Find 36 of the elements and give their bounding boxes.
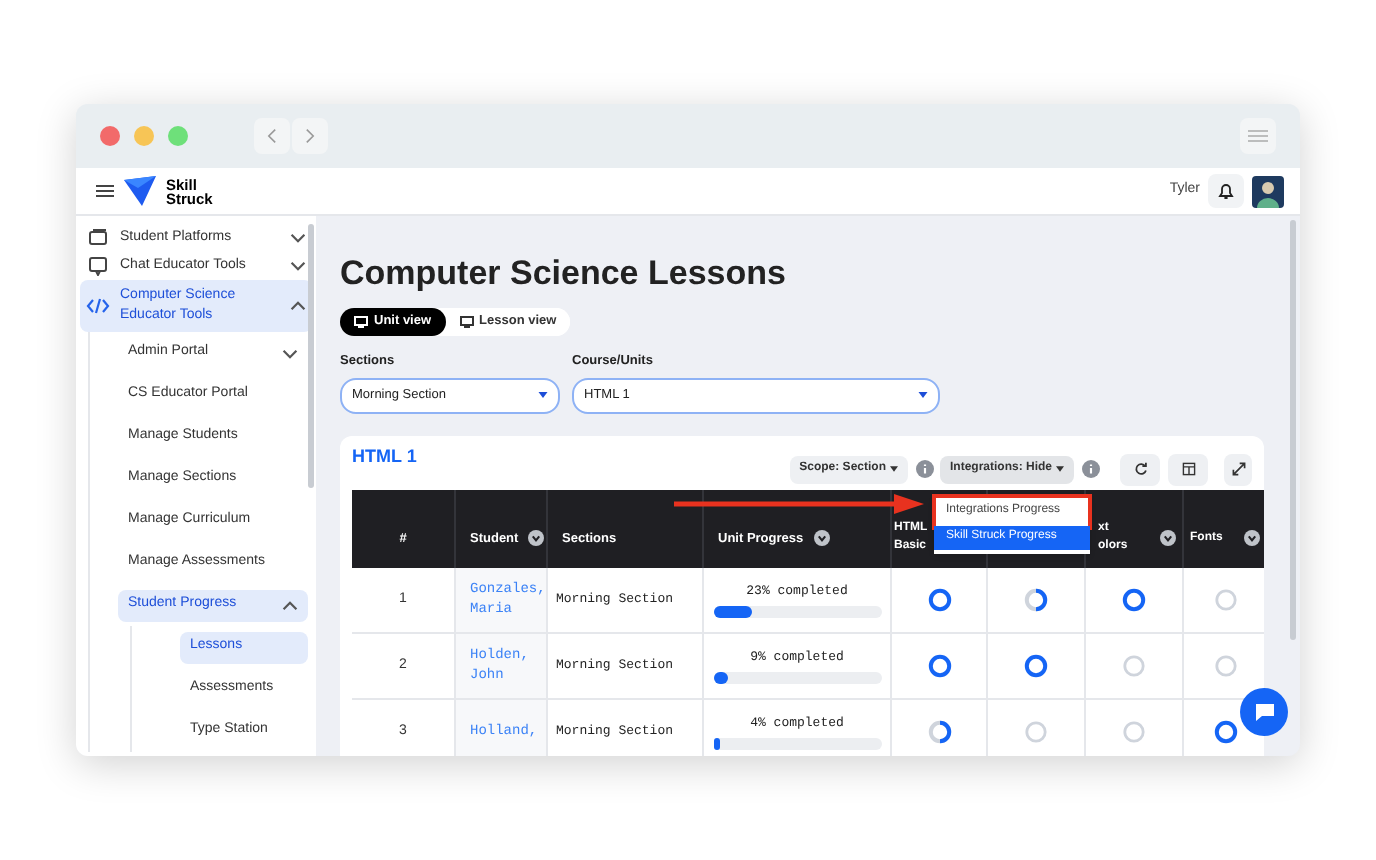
chevron-left-icon [266,128,278,144]
sort-icon[interactable] [528,530,545,547]
caret-icon [918,392,928,399]
chat-button[interactable] [1240,688,1288,736]
menu-icon[interactable] [96,184,114,198]
caret-icon [889,466,898,473]
chevron-down-icon [282,345,298,361]
avatar-icon[interactable] [1252,175,1284,207]
caret-icon [538,392,548,399]
monitor-icon [459,316,474,328]
chevron-up-icon [282,597,298,613]
table-icon [1181,462,1195,477]
code-icon [86,296,110,316]
chevron-up-icon [290,298,306,314]
info-icon[interactable] [1082,460,1100,479]
refresh-icon [1133,462,1147,477]
monitor-icon [354,316,368,328]
chevron-right-icon [304,128,316,144]
expand-button[interactable] [1224,453,1252,486]
expand-icon [1231,462,1245,477]
chat-bubble-icon [1253,702,1275,722]
window-icon [88,228,108,248]
sort-icon[interactable] [1244,530,1260,547]
sliders-icon [1248,128,1268,144]
card-title: HTML 1 [352,443,417,470]
notifications-button[interactable] [1208,174,1244,208]
logo-icon [124,176,156,206]
bell-icon [1218,182,1234,200]
info-icon[interactable] [915,460,934,479]
caret-icon [1056,466,1064,473]
columns-button[interactable] [1168,453,1208,486]
sort-icon[interactable] [1160,530,1176,547]
sort-icon[interactable] [813,530,830,547]
page-title: Computer Science Lessons [340,252,788,296]
refresh-button[interactable] [1120,453,1160,486]
chat-icon [88,256,108,276]
